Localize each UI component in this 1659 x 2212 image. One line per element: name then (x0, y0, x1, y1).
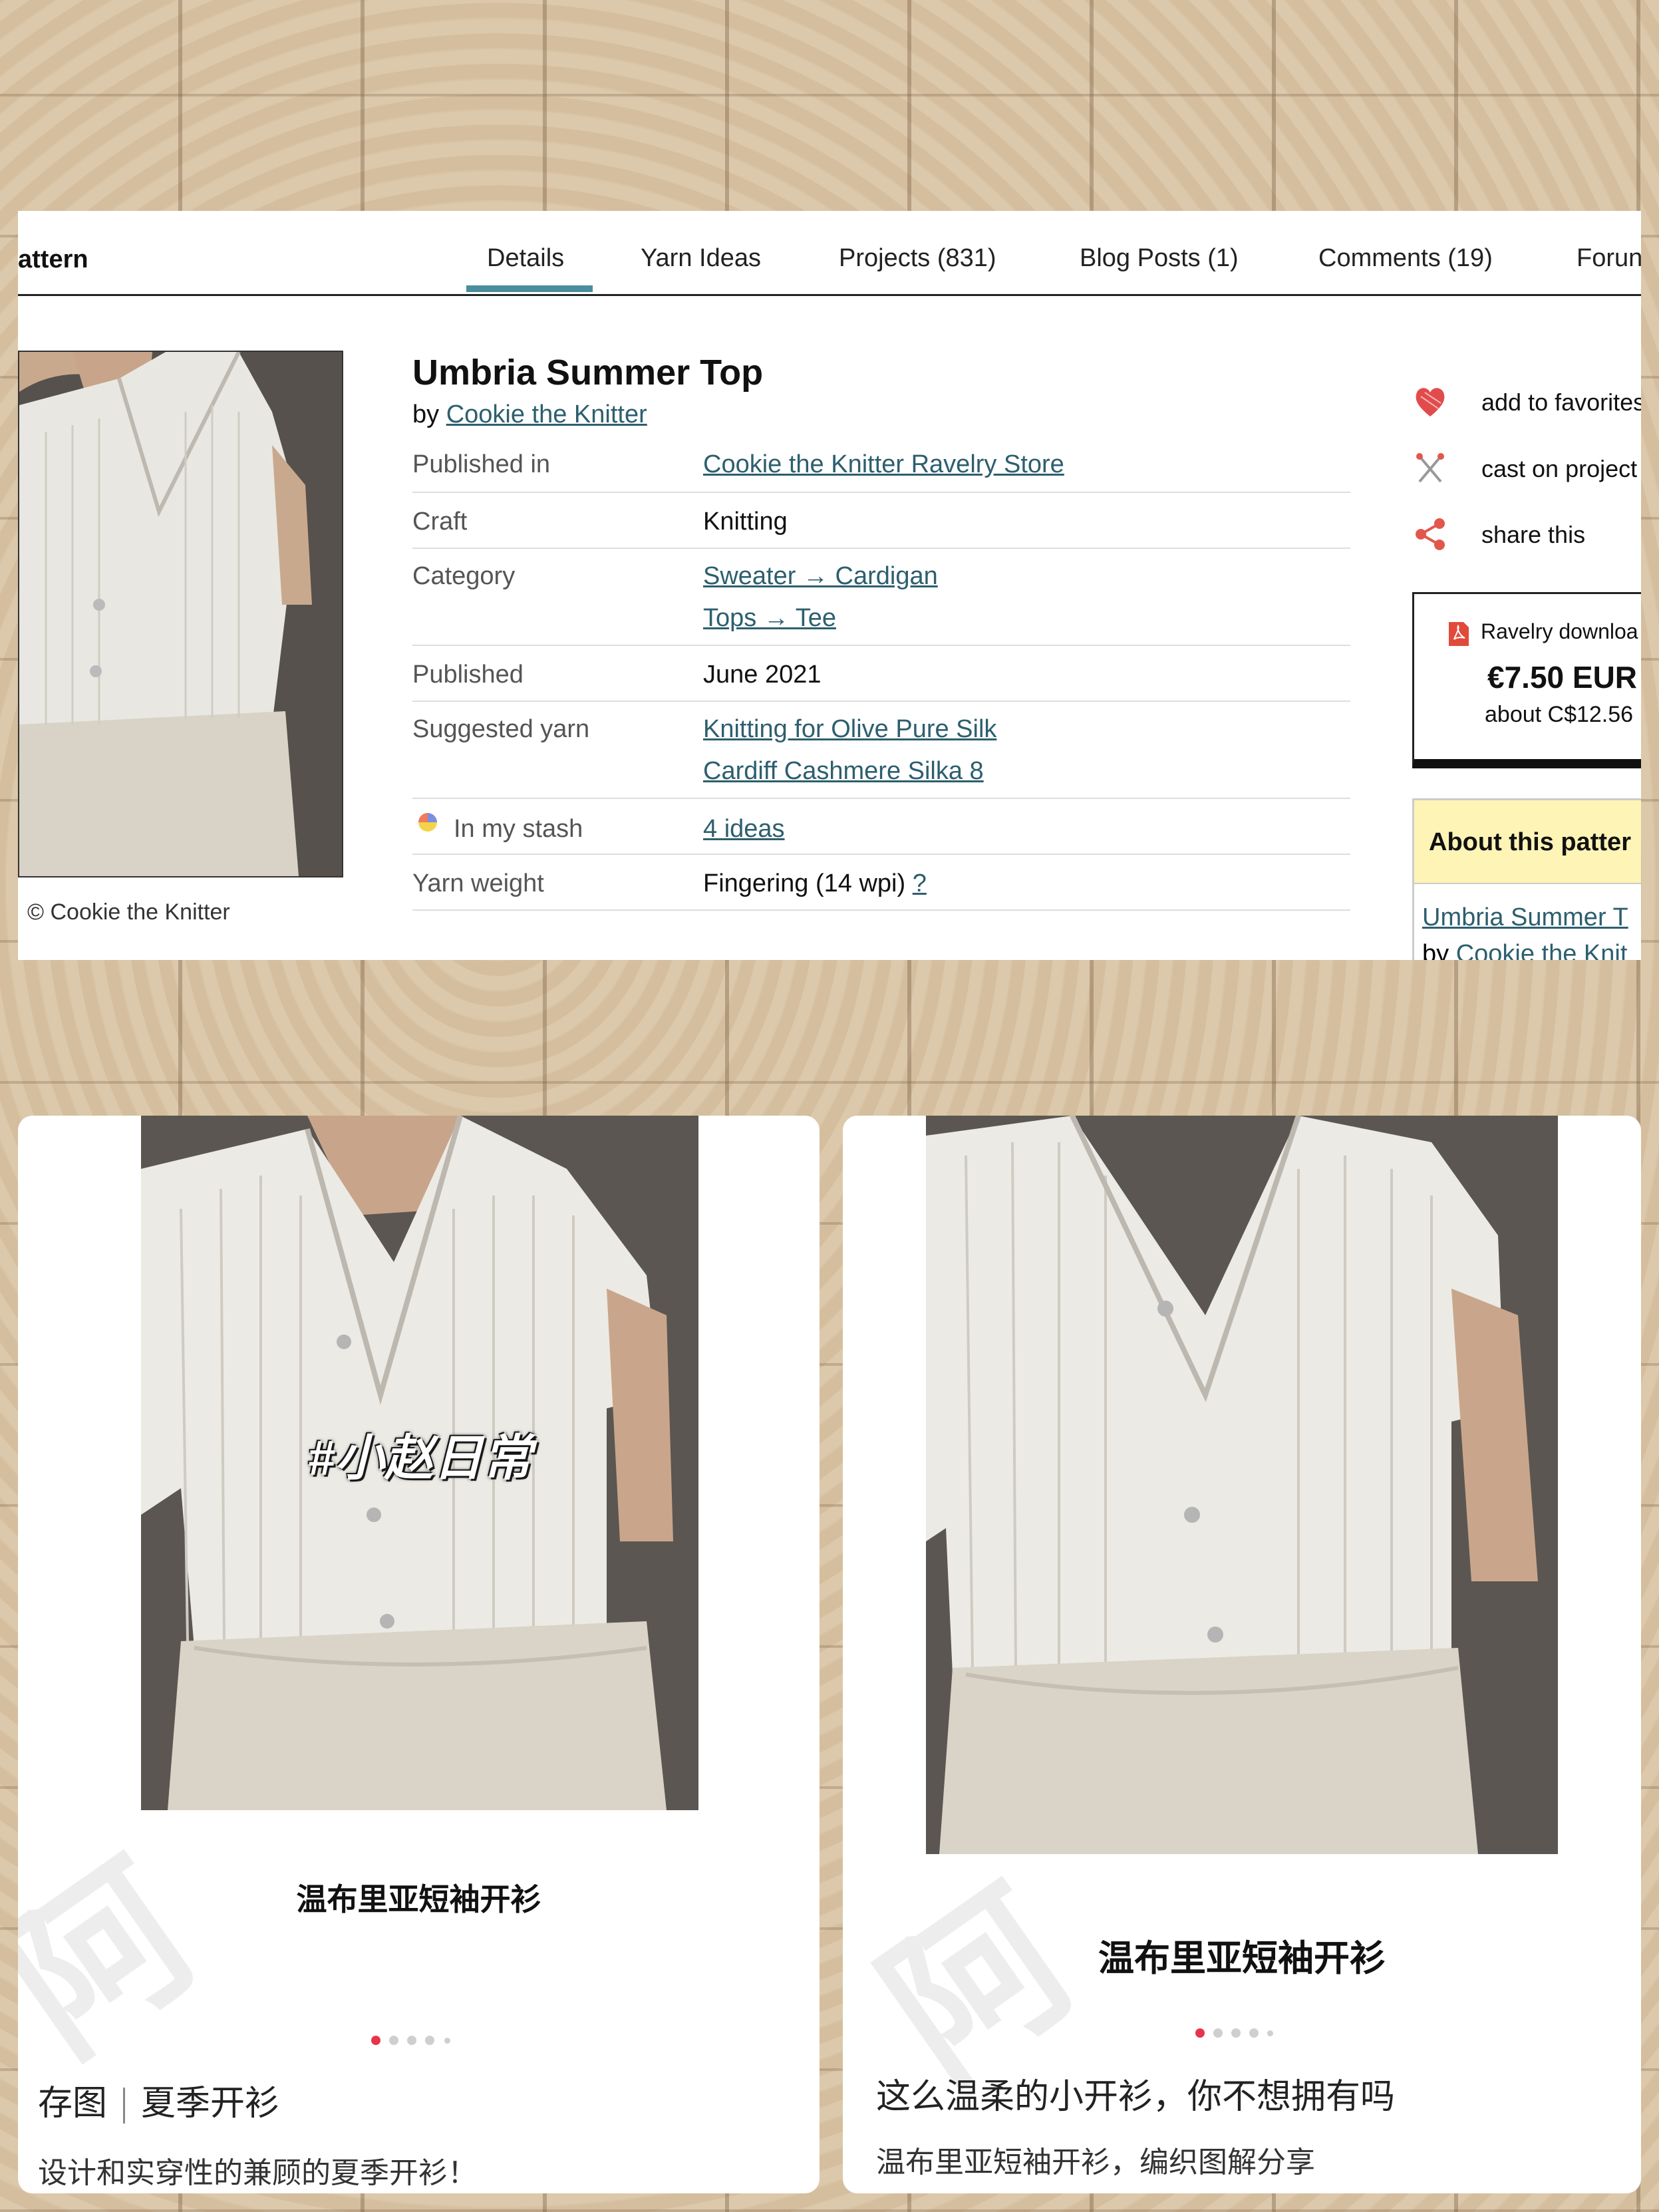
designer-link[interactable]: Cookie the Knitter (446, 400, 647, 428)
tab-bar: attern Details Yarn Ideas Projects (831)… (18, 211, 1641, 296)
post-card-right[interactable]: 阿 温布里亚短袖开衫 这么温柔的小开衫，你不想拥有吗 温布里亚短袖开衫，编织图解… (843, 1116, 1641, 2193)
carousel-dot-active (1195, 2028, 1205, 2038)
detail-label: In my stash (454, 815, 583, 843)
about-designer-line: by Cookie the Knit (1422, 940, 1627, 960)
tab-comments[interactable]: Comments (19) (1318, 244, 1493, 273)
post-image[interactable]: #小赵日常 (141, 1116, 698, 1810)
yarn-weight-value: Fingering (14 wpi) (703, 869, 906, 897)
detail-row-published: Published June 2021 (412, 646, 1350, 702)
detail-value: Knitting (703, 508, 788, 536)
detail-label: Yarn weight (412, 869, 544, 897)
carousel-dot (407, 2036, 416, 2045)
carousel-dot (1249, 2028, 1259, 2038)
detail-label: Category (412, 562, 516, 590)
about-designer-link[interactable]: Cookie the Knit (1456, 940, 1628, 960)
detail-label: Suggested yarn (412, 715, 590, 743)
yarn-link-pure-silk[interactable]: Knitting for Olive Pure Silk (703, 715, 996, 744)
post-card-left[interactable]: #小赵日常 阿 温布里亚短袖开衫 存图 夏季开衫 设计和实穿性的兼顾的夏季开衫！ (18, 1116, 820, 2193)
carousel-dot (389, 2036, 398, 2045)
about-pattern-box: About this patter Umbria Summer T by Coo… (1412, 798, 1641, 960)
byline: by Cookie the Knitter (412, 400, 647, 429)
carousel-dots (1195, 2028, 1275, 2042)
knitting-needles-icon (1412, 450, 1449, 487)
section-title: attern (18, 245, 88, 273)
by-prefix: by (1422, 940, 1449, 960)
detail-row-yarn-weight: Yarn weight Fingering (14 wpi) ? (412, 855, 1350, 911)
detail-row-in-my-stash: In my stash 4 ideas (412, 799, 1350, 855)
detail-label: Published (412, 661, 524, 689)
price: €7.50 EUR (1487, 660, 1638, 695)
purchase-box[interactable]: Ravelry downloa €7.50 EUR about C$12.56 (1412, 592, 1641, 768)
detail-label: Craft (412, 508, 468, 536)
hashtag-overlay: #小赵日常 (307, 1430, 532, 1486)
title-divider (123, 2088, 126, 2124)
carousel-dot (425, 2036, 434, 2045)
action-label: add to favorites (1481, 389, 1641, 416)
download-label: Ravelry downloa (1481, 619, 1638, 643)
post-title[interactable]: 这么温柔的小开衫，你不想拥有吗 (876, 2068, 1395, 2118)
tab-blog-posts[interactable]: Blog Posts (1) (1080, 244, 1239, 273)
yarn-weight-help-link[interactable]: ? (913, 869, 927, 897)
heart-icon (1412, 383, 1449, 420)
post-subtitle: 温布里亚短袖开衫，编织图解分享 (876, 2146, 1315, 2179)
post-subtitle: 设计和实穿性的兼顾的夏季开衫！ (38, 2157, 477, 2189)
cardigan-photo-illustration (19, 352, 342, 876)
stash-ideas-link[interactable]: 4 ideas (703, 815, 785, 844)
post-image[interactable] (926, 1116, 1558, 1854)
watermark: 阿 (18, 1831, 227, 2088)
yarn-link-silka[interactable]: Cardiff Cashmere Silka 8 (703, 757, 984, 786)
post-title-part2: 夏季开衫 (141, 2084, 280, 2123)
ravelry-pattern-panel: attern Details Yarn Ideas Projects (831)… (18, 211, 1641, 960)
about-header-text: About this patter (1429, 828, 1631, 856)
category-link-tee[interactable]: Tops → Tee (703, 604, 836, 633)
action-label: share this (1481, 521, 1586, 548)
post-title[interactable]: 存图 夏季开衫 (38, 2075, 279, 2125)
detail-label: Published in (412, 450, 551, 478)
cardigan-photo-illustration (926, 1116, 1558, 1854)
detail-row-category: Category Sweater → Cardigan Tops → Tee (412, 549, 1350, 646)
category-link-cardigan[interactable]: Sweater → Cardigan (703, 562, 938, 591)
converted-price: about C$12.56 (1485, 702, 1634, 727)
tab-forums[interactable]: Forun (1577, 244, 1641, 273)
post-title-part1: 存图 (38, 2084, 108, 2123)
carousel-dots (371, 2036, 451, 2049)
store-link[interactable]: Cookie the Knitter Ravelry Store (703, 450, 1064, 479)
image-caption: 温布里亚短袖开衫 (1098, 1939, 1386, 1978)
detail-value: June 2021 (703, 661, 822, 689)
about-pattern-link[interactable]: Umbria Summer T (1422, 903, 1628, 932)
pdf-icon (1447, 621, 1470, 651)
carousel-dot (1267, 2030, 1273, 2036)
by-prefix: by (412, 400, 440, 428)
detail-row-craft: Craft Knitting (412, 493, 1350, 549)
tab-projects[interactable]: Projects (831) (839, 244, 996, 273)
detail-row-published-in: Published in Cookie the Knitter Ravelry … (412, 437, 1350, 493)
carousel-dot (1231, 2028, 1241, 2038)
carousel-dot (444, 2038, 450, 2044)
pattern-photo[interactable] (18, 351, 343, 877)
detail-row-suggested-yarn: Suggested yarn Knitting for Olive Pure S… (412, 702, 1350, 799)
detail-value: Fingering (14 wpi) ? (703, 869, 927, 898)
image-caption: 温布里亚短袖开衫 (296, 1882, 541, 1917)
pattern-title: Umbria Summer Top (412, 353, 764, 393)
share-icon (1412, 516, 1449, 553)
stash-icon (416, 811, 439, 834)
about-header: About this patter (1414, 800, 1641, 884)
carousel-dot (1213, 2028, 1223, 2038)
carousel-dot-active (371, 2036, 380, 2045)
active-tab-indicator (466, 285, 593, 292)
action-label: cast on project (1481, 455, 1638, 482)
tab-details[interactable]: Details (487, 244, 564, 273)
tab-yarn-ideas[interactable]: Yarn Ideas (641, 244, 761, 273)
photo-credit: © Cookie the Knitter (27, 899, 230, 925)
